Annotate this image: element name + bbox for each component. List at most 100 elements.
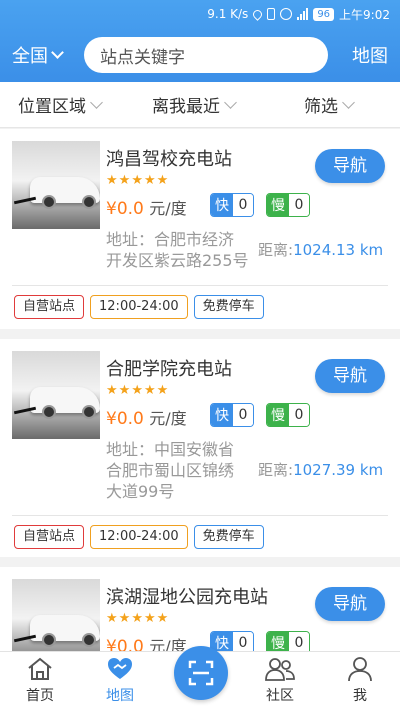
station-photo xyxy=(12,351,100,439)
fast-label: 快 xyxy=(211,194,233,216)
address-line: 地址：合肥市经济 xyxy=(106,230,235,249)
search-input[interactable]: 站点关键字 xyxy=(84,37,328,73)
station-distance: 距离:1027.39 km xyxy=(258,459,383,480)
slow-charger-badge: 慢0 xyxy=(266,403,310,427)
filter-nearest[interactable]: 离我最近 xyxy=(152,92,237,117)
price-unit: 元/度 xyxy=(149,199,187,218)
address-line: 开发区紫云路255号 xyxy=(106,251,249,270)
star-icon: ★ xyxy=(131,611,143,626)
alarm-icon xyxy=(280,8,293,20)
heart-map-icon xyxy=(108,658,132,679)
slow-label: 慢 xyxy=(267,194,289,216)
tag-self-operated: 自营站点 xyxy=(14,295,85,319)
fast-count: 0 xyxy=(233,632,253,651)
nav-me[interactable]: 我 xyxy=(330,656,390,705)
tag-self-operated: 自营站点 xyxy=(14,525,85,549)
rating-stars: ★ ★ ★ ★ ★ xyxy=(106,383,168,398)
status-bar: 9.1 K/s 96 上午9:02 xyxy=(0,0,400,28)
chevron-down-icon xyxy=(90,95,103,109)
station-distance: 距离:1024.13 km xyxy=(258,239,383,260)
star-icon: ★ xyxy=(143,383,156,398)
address-line: 大道99号 xyxy=(106,482,175,501)
price-value: ¥0.0 xyxy=(106,637,144,651)
nav-home[interactable]: 首页 xyxy=(10,656,70,705)
scan-button[interactable] xyxy=(174,646,228,700)
slow-count: 0 xyxy=(289,194,309,216)
city-selector[interactable]: 全国 xyxy=(12,42,84,68)
network-speed: 9.1 K/s xyxy=(207,7,249,21)
fast-count: 0 xyxy=(233,194,253,216)
distance-label: 距离: xyxy=(258,241,294,259)
bottom-nav: 首页 地图 社区 我 xyxy=(0,646,400,711)
station-name: 滨湖湿地公园充电站 xyxy=(106,587,268,608)
station-card[interactable]: 鸿昌驾校充电站 ★ ★ ★ ★ ★ ¥0.0 元/度 快0 慢0 导航 地址：合肥市经济… xyxy=(0,129,400,329)
distance-value: 1024.13 km xyxy=(293,241,384,259)
nav-label: 首页 xyxy=(26,688,54,704)
battery-indicator: 96 xyxy=(313,7,335,21)
station-name: 合肥学院充电站 xyxy=(106,359,232,380)
station-name: 鸿昌驾校充电站 xyxy=(106,149,232,170)
navigate-button[interactable]: 导航 xyxy=(315,149,385,183)
fast-charger-badge: 快0 xyxy=(210,193,254,217)
fast-charger-badge: 快0 xyxy=(210,403,254,427)
star-icon: ★ xyxy=(106,383,118,398)
location-icon xyxy=(251,7,265,21)
price-value: ¥0.0 xyxy=(106,199,144,219)
navigate-button[interactable]: 导航 xyxy=(315,359,385,393)
station-address: 地址：合肥市经济 开发区紫云路255号 xyxy=(106,229,256,271)
slow-count: 0 xyxy=(289,404,309,426)
chevron-down-icon xyxy=(224,95,237,109)
filter-location-area[interactable]: 位置区域 xyxy=(18,92,103,117)
filter-label: 离我最近 xyxy=(152,97,220,117)
address-line: 合肥市蜀山区锦绣 xyxy=(106,461,235,480)
distance-value: 1027.39 km xyxy=(293,461,384,479)
station-address: 地址：中国安徽省 合肥市蜀山区锦绣 大道99号 xyxy=(106,439,256,502)
nav-community[interactable]: 社区 xyxy=(250,656,310,705)
distance-label: 距离: xyxy=(258,461,294,479)
vibrate-icon xyxy=(267,8,276,20)
rating-stars: ★ ★ ★ ★ ★ xyxy=(106,611,168,626)
star-icon: ★ xyxy=(118,611,131,626)
divider xyxy=(12,515,388,516)
map-button[interactable]: 地图 xyxy=(352,42,388,68)
star-icon: ★ xyxy=(131,383,143,398)
filter-label: 位置区域 xyxy=(18,97,86,117)
navigate-button[interactable]: 导航 xyxy=(315,587,385,621)
star-icon: ★ xyxy=(143,173,156,188)
nav-label: 社区 xyxy=(266,688,294,704)
signal-icon xyxy=(297,8,309,20)
chevron-down-icon xyxy=(51,46,64,59)
city-label: 全国 xyxy=(12,46,48,67)
star-icon: ★ xyxy=(156,383,169,398)
star-icon: ★ xyxy=(143,611,156,626)
community-icon xyxy=(265,658,295,681)
divider xyxy=(12,285,388,286)
nav-label: 我 xyxy=(353,688,367,704)
clock: 上午9:02 xyxy=(339,7,390,22)
tag-hours: 12:00-24:00 xyxy=(90,525,188,549)
slow-label: 慢 xyxy=(267,632,289,651)
station-card[interactable]: 滨湖湿地公园充电站 ★ ★ ★ ★ ★ ¥0.0 元/度 快0 慢0 导航 xyxy=(0,567,400,651)
rating-stars: ★ ★ ★ ★ ★ xyxy=(106,173,168,188)
scan-icon xyxy=(188,660,214,686)
slow-label: 慢 xyxy=(267,404,289,426)
chevron-down-icon xyxy=(342,95,355,109)
price: ¥0.0 元/度 xyxy=(106,195,187,219)
fast-label: 快 xyxy=(211,404,233,426)
filter-bar: 位置区域 离我最近 筛选 xyxy=(0,82,400,128)
star-icon: ★ xyxy=(106,611,118,626)
nav-map[interactable]: 地图 xyxy=(90,656,150,705)
slow-count: 0 xyxy=(289,632,309,651)
star-icon: ★ xyxy=(118,383,131,398)
station-photo xyxy=(12,141,100,229)
tag-free-parking: 免费停车 xyxy=(193,525,264,549)
tag-hours: 12:00-24:00 xyxy=(90,295,188,319)
app-header: 9.1 K/s 96 上午9:02 全国 站点关键字 地图 xyxy=(0,0,400,82)
star-icon: ★ xyxy=(131,173,143,188)
station-list[interactable]: 鸿昌驾校充电站 ★ ★ ★ ★ ★ ¥0.0 元/度 快0 慢0 导航 地址：合肥市经济… xyxy=(0,129,400,651)
station-card[interactable]: 合肥学院充电站 ★ ★ ★ ★ ★ ¥0.0 元/度 快0 慢0 导航 地址：中国安徽省… xyxy=(0,339,400,557)
star-icon: ★ xyxy=(118,173,131,188)
price-unit: 元/度 xyxy=(149,409,187,428)
slow-charger-badge: 慢0 xyxy=(266,631,310,651)
filter-screen[interactable]: 筛选 xyxy=(304,92,355,117)
